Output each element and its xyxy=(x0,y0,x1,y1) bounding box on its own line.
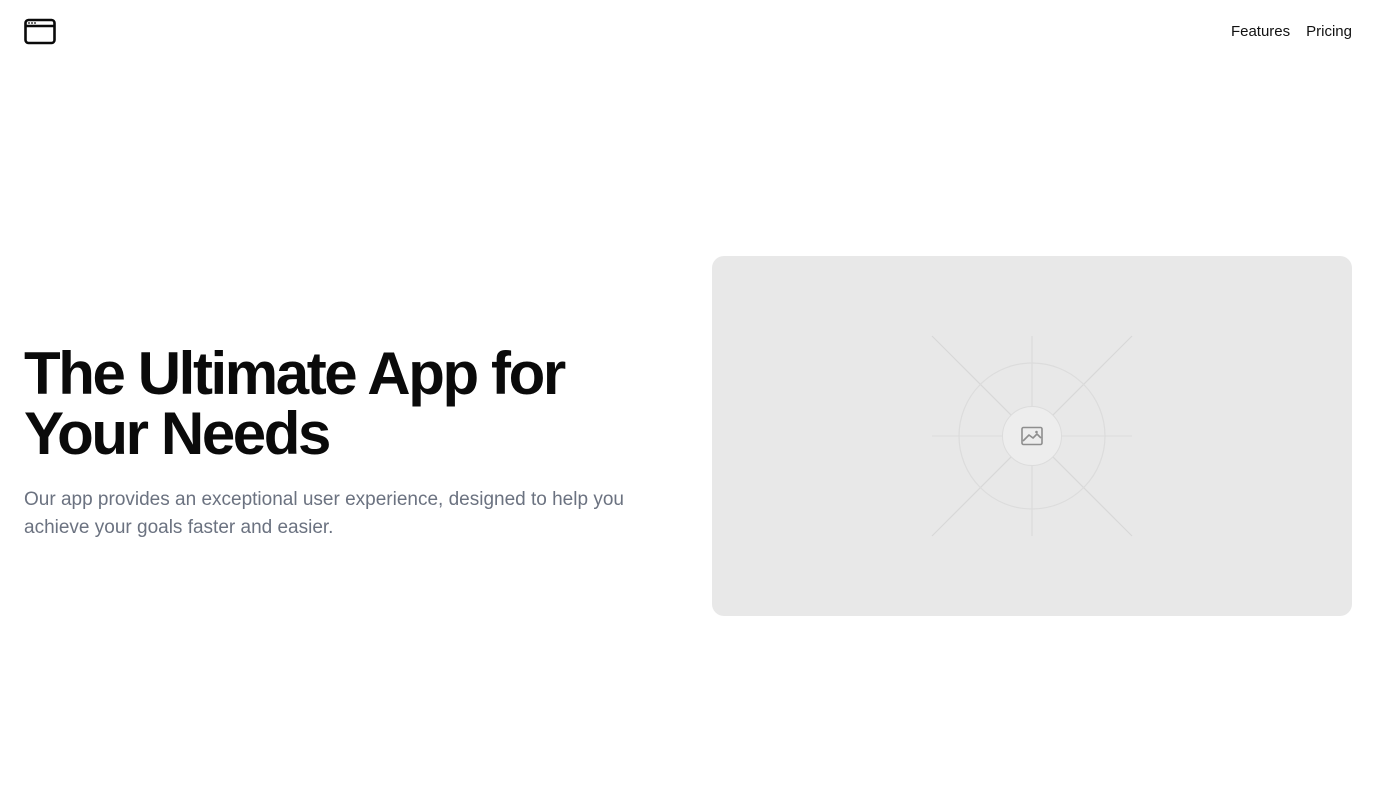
nav-link-features[interactable]: Features xyxy=(1231,22,1290,42)
hero-section: The Ultimate App for Your Needs Our app … xyxy=(24,344,664,542)
hero-subtitle: Our app provides an exceptional user exp… xyxy=(24,489,624,538)
main-nav: Features Pricing xyxy=(1231,22,1352,42)
hero-title-line-1: The Ultimate App for xyxy=(24,340,566,407)
hero-title: The Ultimate App for Your Needs xyxy=(24,344,664,464)
hero-image-placeholder xyxy=(712,256,1352,616)
nav-link-pricing[interactable]: Pricing xyxy=(1306,22,1352,42)
hero-title-line-2: Your Needs xyxy=(24,400,331,467)
site-header: Features Pricing xyxy=(0,0,1376,64)
browser-window-icon[interactable] xyxy=(24,18,56,46)
image-icon xyxy=(1021,426,1043,446)
image-badge xyxy=(1002,406,1062,466)
